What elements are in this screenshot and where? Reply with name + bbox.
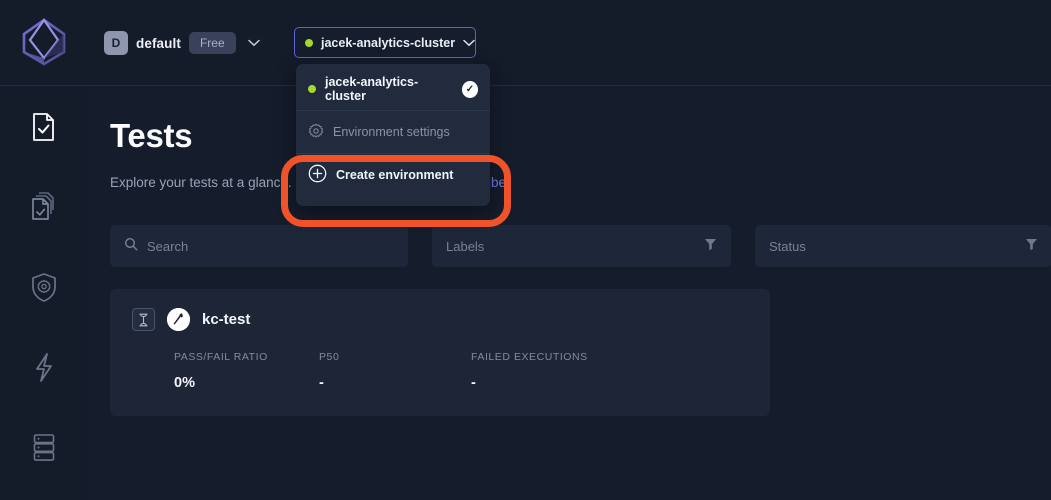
testkube-cube-logo[interactable] [18,14,70,70]
labels-placeholder: Labels [446,238,485,254]
dropdown-item-label: jacek-analytics-cluster [325,75,419,103]
status-dot-icon [305,38,313,47]
sidebar-item-tests[interactable] [0,87,87,167]
filter-icon[interactable] [704,237,717,256]
org-avatar: D [104,31,128,55]
main-content: Tests Explore your tests at a glance. Le… [87,87,1051,500]
test-metrics: PASS/FAIL RATIO 0% P50 - FAILED EXECUTIO… [174,351,651,391]
org-name: default [136,35,181,51]
hourglass-icon [132,308,155,331]
metric-p50: P50 - [319,351,471,391]
environment-dropdown-menu: jacek-analytics-cluster ✓ Environment se… [296,64,490,206]
sidebar-item-webhooks[interactable] [0,327,87,407]
status-dot-icon [308,85,316,93]
dropdown-item-label: Create environment [336,168,454,182]
dropdown-item-create-environment[interactable]: Create environment [296,154,490,196]
stacked-files-icon [29,191,59,223]
search-icon [124,237,138,256]
status-filter[interactable]: Status [755,225,1051,267]
k6-logo-icon [167,308,190,331]
metric-label: PASS/FAIL RATIO [174,351,268,363]
metric-value: - [319,375,324,391]
plan-badge: Free [188,32,236,54]
metric-label: FAILED EXECUTIONS [471,351,588,363]
server-rack-icon [31,432,57,463]
search-placeholder: Search [147,238,189,254]
environment-name: jacek-analytics-cluster [321,35,456,50]
sidebar-item-triggers[interactable] [0,247,87,327]
page-title: Tests [110,117,193,154]
metric-failed-executions: FAILED EXECUTIONS - [471,351,651,391]
metric-value: 0% [174,375,195,391]
environment-selector-button[interactable]: jacek-analytics-cluster [294,27,476,58]
plus-circle-icon [308,164,327,186]
app-header: D default Free jacek-analytics-cluster [0,0,1051,86]
search-input[interactable]: Search [110,225,408,267]
chevron-down-icon[interactable] [244,36,264,49]
page-subtitle-text: Explore your tests at a glance. [110,175,296,190]
metric-pass-fail-ratio: PASS/FAIL RATIO 0% [174,351,319,391]
dropdown-item-environment-settings[interactable]: Environment settings [296,111,490,153]
test-card[interactable]: kc-test PASS/FAIL RATIO 0% P50 - FAILED … [110,289,770,416]
status-placeholder: Status [769,238,806,254]
metric-value: - [471,375,476,391]
dropdown-item-environment[interactable]: jacek-analytics-cluster ✓ [296,68,490,110]
sidebar-item-test-suites[interactable] [0,167,87,247]
shield-gear-icon [30,272,58,303]
organization-selector[interactable]: D default Free [104,28,264,58]
metric-label: P50 [319,351,340,363]
filter-bar: Search Labels Status [110,225,1051,267]
dropdown-item-label: Environment settings [333,125,450,139]
file-check-icon [30,112,57,142]
test-card-header: kc-test [132,308,250,331]
chevron-down-icon [463,34,475,52]
sidebar-item-sources[interactable] [0,407,87,487]
main-sidebar [0,87,87,500]
lightning-bolt-icon [31,352,57,383]
gear-icon [308,123,324,142]
labels-filter[interactable]: Labels [432,225,731,267]
filter-icon[interactable] [1025,237,1038,256]
check-icon: ✓ [461,80,478,98]
test-name: kc-test [202,311,251,328]
